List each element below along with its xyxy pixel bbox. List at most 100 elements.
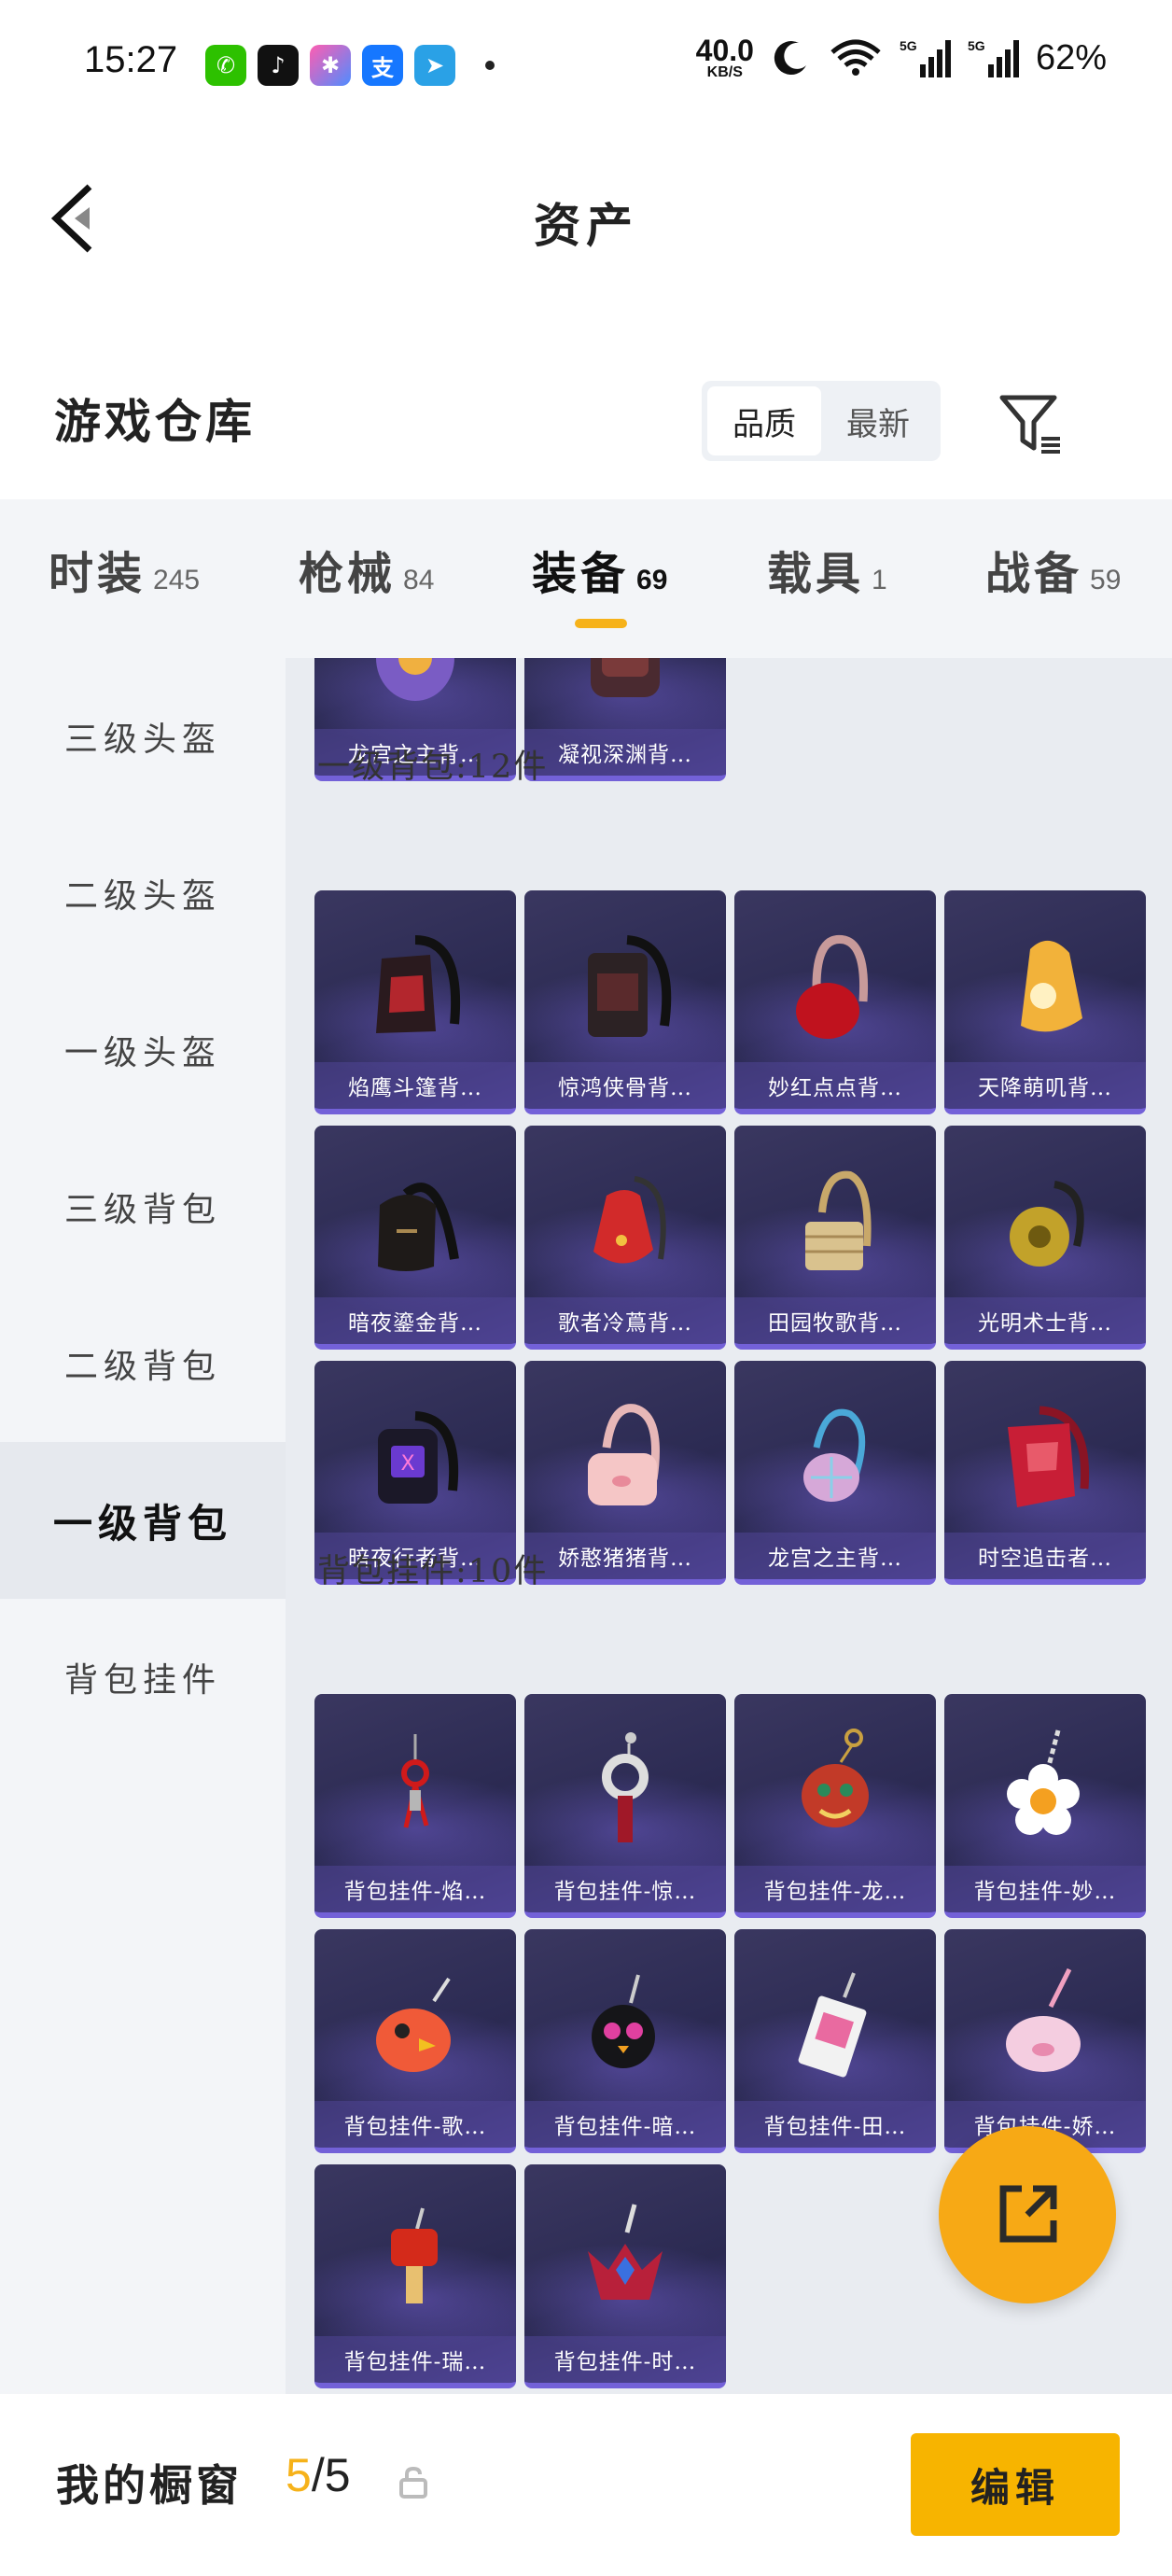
group-title-backpack-lv1: 一级背包:12件: [317, 749, 549, 786]
notification-icons: ✆ ♪ ✱ 支 ➤: [205, 45, 495, 86]
charm-image: [944, 1946, 1146, 2105]
backpack-image: [524, 658, 726, 733]
item-name: 时空追击者…: [944, 1533, 1146, 1579]
subcategory-sidebar: 三级头盔 二级头盔 一级头盔 三级背包 二级背包 一级背包 背包挂件: [0, 658, 286, 2394]
item-name: 暗夜鎏金背…: [314, 1297, 516, 1344]
tab-firearms[interactable]: 枪械 84: [299, 537, 434, 602]
backpack-image: [524, 1142, 726, 1301]
item-card[interactable]: 焰鹰斗篷背…: [314, 890, 516, 1114]
signal-icon: 5G: [900, 38, 951, 77]
backpack-image: [734, 1142, 936, 1301]
item-card[interactable]: 背包挂件-田…: [734, 1929, 936, 2153]
item-card[interactable]: 田园牧歌背…: [734, 1126, 936, 1350]
sidebar-item-backpack-lv2[interactable]: 二级背包: [0, 1285, 286, 1442]
charm-image: [314, 2181, 516, 2340]
charm-image: [734, 1946, 936, 2105]
item-card[interactable]: 龙宫之主背…: [734, 1361, 936, 1585]
item-name: 背包挂件-田…: [734, 2101, 936, 2148]
lock-icon: [399, 2466, 427, 2499]
battery-level: 62%: [1035, 37, 1107, 77]
item-name: 田园牧歌背…: [734, 1297, 936, 1344]
item-card[interactable]: 凝视深渊背…: [524, 658, 726, 781]
item-name: 惊鸿侠骨背…: [524, 1062, 726, 1109]
tab-equipment[interactable]: 装备 69: [532, 537, 667, 602]
sidebar-item-backpack-lv3[interactable]: 三级背包: [0, 1128, 286, 1285]
alipay-icon: 支: [362, 45, 403, 86]
backpack-image: [314, 658, 516, 733]
backpack-image: [314, 1142, 516, 1301]
showcase-label: 我的橱窗: [56, 2460, 243, 2511]
star-app-icon: ✱: [310, 45, 351, 86]
item-card[interactable]: 背包挂件-焰…: [314, 1694, 516, 1918]
sidebar-item-helmet-lv1[interactable]: 一级头盔: [0, 972, 286, 1128]
item-card[interactable]: 时空追击者…: [944, 1361, 1146, 1585]
page-title: 资产: [534, 198, 638, 253]
backpack-image: [944, 1378, 1146, 1536]
item-name: 背包挂件-时…: [524, 2336, 726, 2383]
item-name: 光明术士背…: [944, 1297, 1146, 1344]
status-time: 15:27: [84, 39, 178, 80]
status-right: 40.0 KB/S 5G 5G 62%: [696, 35, 1107, 80]
wechat-icon: ✆: [205, 45, 246, 86]
item-card[interactable]: 背包挂件-瑞…: [314, 2164, 516, 2388]
charm-image: [314, 1946, 516, 2105]
showcase-count: 5/5: [286, 2449, 351, 2501]
item-card[interactable]: 背包挂件-妙…: [944, 1694, 1146, 1918]
charm-image: [734, 1711, 936, 1869]
tab-vehicles[interactable]: 载具 1: [767, 537, 887, 602]
telegram-icon: ➤: [414, 45, 455, 86]
backpack-image: [314, 907, 516, 1066]
sidebar-item-backpack-lv1[interactable]: 一级背包: [0, 1442, 286, 1599]
charm-image: [524, 1946, 726, 2105]
sidebar-item-backpack-charms[interactable]: 背包挂件: [0, 1599, 286, 1756]
active-tab-indicator: [575, 619, 627, 628]
item-card[interactable]: 妙红点点背…: [734, 890, 936, 1114]
item-card[interactable]: 暗夜鎏金背…: [314, 1126, 516, 1350]
sort-quality-button[interactable]: 品质: [707, 386, 821, 455]
item-card[interactable]: 背包挂件-龙…: [734, 1694, 936, 1918]
item-card[interactable]: 背包挂件-娇…: [944, 1929, 1146, 2153]
charm-image: [524, 2181, 726, 2340]
backpack-image: [734, 1378, 936, 1536]
item-card[interactable]: 光明术士背…: [944, 1126, 1146, 1350]
item-name: 妙红点点背…: [734, 1062, 936, 1109]
item-card[interactable]: 背包挂件-时…: [524, 2164, 726, 2388]
item-name: 凝视深渊背…: [524, 729, 726, 776]
item-card[interactable]: 惊鸿侠骨背…: [524, 890, 726, 1114]
sort-newest-button[interactable]: 最新: [821, 386, 935, 455]
share-button[interactable]: [939, 2126, 1116, 2303]
category-tabs: 时装 245 枪械 84 装备 69 载具 1 战备 59: [0, 499, 1172, 658]
item-card[interactable]: 背包挂件-惊…: [524, 1694, 726, 1918]
section-title: 游戏仓库: [54, 394, 256, 449]
backpack-image: [944, 1142, 1146, 1301]
item-card[interactable]: 歌者冷蔦背…: [524, 1126, 726, 1350]
section-header: 游戏仓库 品质 最新: [0, 308, 1172, 499]
share-external-icon: [999, 2185, 1057, 2243]
status-bar: 15:27 ✆ ♪ ✱ 支 ➤ 40.0 KB/S 5G 5G 62%: [0, 0, 1172, 131]
item-name: 焰鹰斗篷背…: [314, 1062, 516, 1109]
charm-image: [524, 1711, 726, 1869]
item-name: 背包挂件-惊…: [524, 1866, 726, 1912]
item-name: 背包挂件-暗…: [524, 2101, 726, 2148]
item-name: 背包挂件-瑞…: [314, 2336, 516, 2383]
sort-toggle: 品质 最新: [702, 381, 941, 461]
sidebar-item-helmet-lv3[interactable]: 三级头盔: [0, 658, 286, 815]
edit-button[interactable]: 编辑: [911, 2433, 1120, 2536]
item-name: 歌者冷蔦背…: [524, 1297, 726, 1344]
tab-fashion[interactable]: 时装 245: [49, 537, 200, 602]
item-card[interactable]: 背包挂件-暗…: [524, 1929, 726, 2153]
backpack-image: [524, 907, 726, 1066]
item-card[interactable]: 娇憨猪猪背…: [524, 1361, 726, 1585]
backpack-image: [524, 1378, 726, 1536]
charm-image: [314, 1711, 516, 1869]
item-card[interactable]: 背包挂件-歌…: [314, 1929, 516, 2153]
charm-image: [944, 1711, 1146, 1869]
sidebar-item-helmet-lv2[interactable]: 二级头盔: [0, 815, 286, 972]
item-name: 背包挂件-焰…: [314, 1866, 516, 1912]
wifi-icon: [830, 39, 881, 76]
backpack-image: [734, 907, 936, 1066]
tiktok-icon: ♪: [258, 45, 299, 86]
filter-icon[interactable]: [998, 392, 1064, 457]
item-card[interactable]: 天降萌叽背…: [944, 890, 1146, 1114]
tab-supplies[interactable]: 战备 59: [985, 537, 1121, 602]
